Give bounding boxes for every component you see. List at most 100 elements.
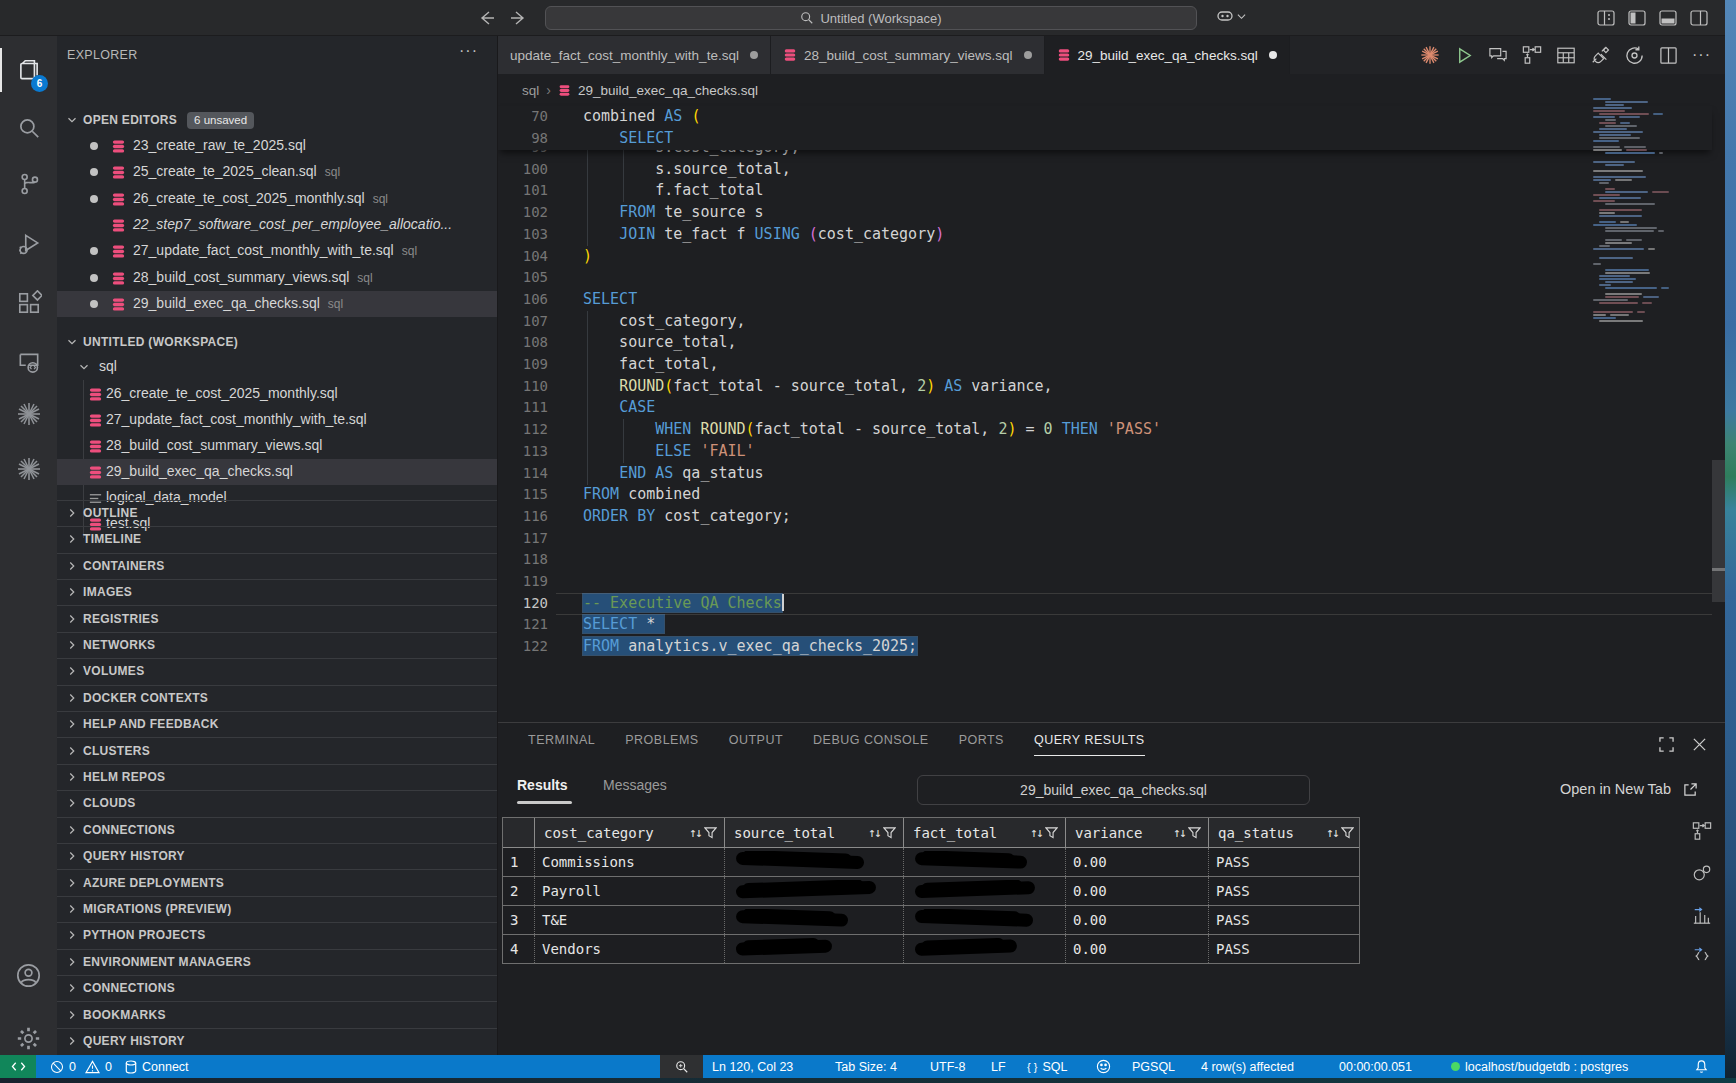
tree-file-item[interactable]: 27_update_fact_cost_monthly_with_te.sql [57,407,498,433]
sidebar-section-helm-repos[interactable]: HELM REPOS [57,764,498,790]
extension-starburst2-icon[interactable] [0,445,57,493]
open-editor-item[interactable]: 28_build_cost_summary_views.sqlsql [57,265,498,291]
sidebar-section-help-and-feedback[interactable]: HELP AND FEEDBACK [57,711,498,737]
sidebar-section-environment-managers[interactable]: ENVIRONMENT MANAGERS [57,949,498,975]
export-chart-icon[interactable] [1692,905,1712,925]
extension-starburst-icon[interactable] [0,390,57,438]
split-editor-icon[interactable] [1659,46,1678,65]
copilot-button[interactable] [1216,8,1246,24]
connect-status[interactable]: Connect [125,1055,189,1078]
problems-status[interactable]: 0 0 [50,1055,112,1078]
editor-tab[interactable]: 28_build_cost_summary_views.sql [771,36,1045,74]
customize-layout-button[interactable] [1597,10,1615,26]
grid-row[interactable]: 4Vendors0.00PASS [503,935,1359,964]
sidebar-section-clusters[interactable]: CLUSTERS [57,738,498,764]
maximize-panel-icon[interactable] [1659,737,1674,752]
command-center[interactable]: Untitled (Workspace) [545,6,1197,30]
sidebar-section-connections[interactable]: CONNECTIONS [57,817,498,843]
grid-column-header[interactable]: variance↑↓ [1065,818,1208,847]
results-file-selector[interactable]: 29_build_exec_qa_checks.sql [917,775,1310,805]
editor-tab[interactable]: update_fact_cost_monthly_with_te.sql [498,36,771,74]
tree-file-item[interactable]: 28_build_cost_summary_views.sql [57,433,498,459]
sidebar-section-migrations-preview-[interactable]: MIGRATIONS (PREVIEW) [57,896,498,922]
panel-tab-ports[interactable]: PORTS [959,733,1004,756]
grid-column-header[interactable]: qa_status↑↓ [1208,818,1361,847]
grid-row[interactable]: 1Commissions0.00PASS [503,848,1359,877]
minimap[interactable] [1593,95,1668,325]
grid-column-header[interactable]: fact_total↑↓ [903,818,1065,847]
editor[interactable]: sql › 29_build_exec_qa_checks.sql 99 s.c… [498,74,1725,722]
db-connection-status[interactable]: localhost/budgetdb : postgres [1451,1055,1628,1078]
sidebar-section-networks[interactable]: NETWORKS [57,632,498,658]
open-editor-item[interactable]: 29_build_exec_qa_checks.sqlsql [57,291,498,317]
encoding-status[interactable]: UTF-8 [930,1055,965,1078]
explorer-icon[interactable]: 6 [0,46,57,94]
sticky-line[interactable]: 70combined AS ( [498,106,1708,128]
comments-icon[interactable] [1488,46,1508,64]
run-query-icon[interactable] [1455,46,1474,65]
notifications-bell-icon[interactable] [1694,1055,1709,1078]
eol-status[interactable]: LF [991,1055,1006,1078]
remote-explorer-icon[interactable] [0,338,57,386]
search-icon[interactable] [0,104,57,152]
sidebar-section-python-projects[interactable]: PYTHON PROJECTS [57,922,498,948]
nav-back-icon[interactable] [477,8,497,28]
panel-tab-output[interactable]: OUTPUT [729,733,783,756]
grid-row[interactable]: 3T&E0.00PASS [503,906,1359,935]
open-editors-header[interactable]: OPEN EDITORS6 unsaved [57,107,498,133]
toggle-secondary-sidebar-button[interactable] [1690,10,1708,26]
run-debug-icon[interactable] [0,220,57,268]
sidebar-section-bookmarks[interactable]: BOOKMARKS [57,1002,498,1028]
sidebar-more-actions-icon[interactable]: ··· [459,42,478,60]
grid-column-header[interactable]: source_total↑↓ [724,818,903,847]
sidebar-section-query-history[interactable]: QUERY HISTORY [57,843,498,869]
sidebar-section-connections[interactable]: CONNECTIONS [57,975,498,1001]
grid-row[interactable]: 2Payroll0.00PASS [503,877,1359,906]
sidebar-section-images[interactable]: IMAGES [57,579,498,605]
pgsql-status[interactable]: PGSQL [1132,1055,1175,1078]
remote-indicator[interactable] [0,1055,36,1078]
folder-sql[interactable]: sql [57,354,498,380]
save-results-icon[interactable] [1692,821,1712,841]
breadcrumb-file[interactable]: 29_build_exec_qa_checks.sql [578,83,758,98]
source-control-icon[interactable] [0,160,57,208]
grid-column-header[interactable]: cost_category↑↓ [534,818,724,847]
toggle-sidebar-button[interactable] [1628,10,1646,26]
sidebar-section-volumes[interactable]: VOLUMES [57,658,498,684]
open-in-new-tab-button[interactable]: Open in New Tab [1560,781,1698,797]
ai-starburst-icon[interactable] [1419,44,1441,66]
open-editor-item[interactable]: 27_update_fact_cost_monthly_with_te.sqls… [57,238,498,264]
tab-messages[interactable]: Messages [603,777,667,793]
results-grid-icon[interactable] [1556,46,1576,65]
sidebar-section-azure-deployments[interactable]: AZURE DEPLOYMENTS [57,870,498,896]
refresh-connection-icon[interactable] [1624,45,1645,66]
tab-results[interactable]: Results [517,777,568,793]
close-panel-icon[interactable] [1692,737,1707,752]
sidebar-section-timeline[interactable]: TIMELINE [57,526,498,552]
editor-scrollbar[interactable] [1712,460,1725,602]
panel-tab-terminal[interactable]: TERMINAL [528,733,595,756]
language-mode-status[interactable]: { }SQL [1027,1055,1067,1078]
toggle-panel-button[interactable] [1659,10,1677,26]
visualize-icon[interactable] [1692,863,1712,883]
workspace-header[interactable]: UNTITLED (WORKSPACE) [57,329,498,355]
open-editor-item[interactable]: 25_create_te_2025_clean.sqlsql [57,159,498,185]
panel-tab-debug-console[interactable]: DEBUG CONSOLE [813,733,929,756]
zoom-status-icon[interactable] [660,1055,703,1078]
sidebar-section-outline[interactable]: OUTLINE [57,500,498,526]
cursor-position-status[interactable]: Ln 120, Col 23 [712,1055,793,1078]
session-icon[interactable] [1522,45,1542,65]
breadcrumb[interactable]: sql › 29_build_exec_qa_checks.sql [522,74,758,106]
connection-plug-icon[interactable] [1590,45,1610,65]
extensions-icon[interactable] [0,279,57,327]
open-editor-item[interactable]: 23_create_raw_te_2025.sql [57,133,498,159]
editor-tab[interactable]: 29_build_exec_qa_checks.sql [1045,36,1290,74]
sidebar-section-query-history[interactable]: QUERY HISTORY [57,1028,498,1054]
sidebar-section-registries[interactable]: REGISTRIES [57,606,498,632]
open-editor-item[interactable]: 22_step7_software_cost_per_employee_allo… [57,212,498,238]
export-json-icon[interactable] [1692,947,1712,967]
open-editor-item[interactable]: 26_create_te_cost_2025_monthly.sqlsql [57,186,498,212]
sidebar-section-docker-contexts[interactable]: DOCKER CONTEXTS [57,685,498,711]
nav-forward-icon[interactable] [508,8,528,28]
tree-file-item[interactable]: 29_build_exec_qa_checks.sql [57,459,498,485]
